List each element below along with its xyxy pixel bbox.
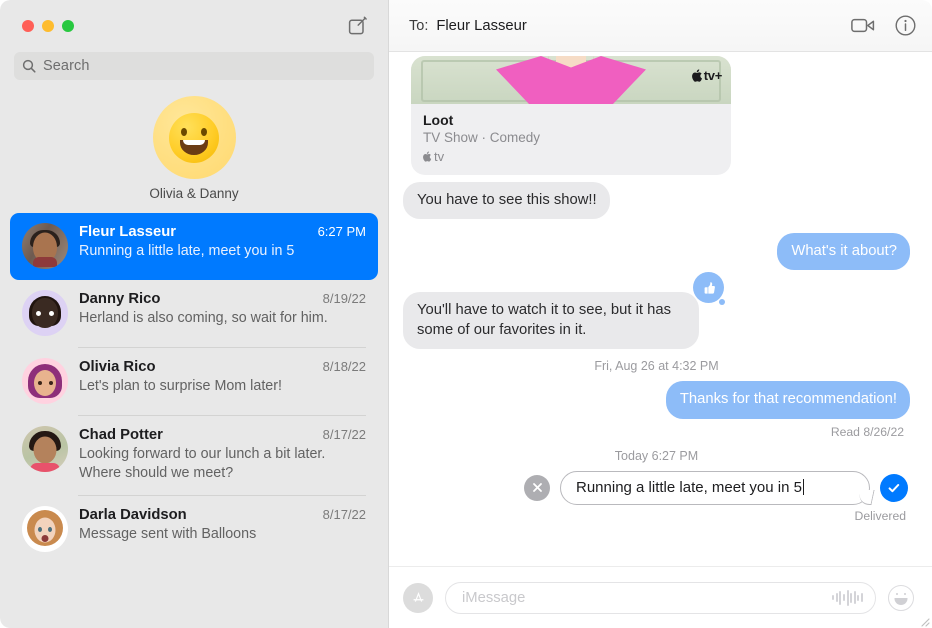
conversation-time: 8/17/22 — [322, 427, 366, 442]
recipient-name[interactable]: Fleur Lasseur — [436, 18, 526, 34]
conversation-name: Olivia Rico — [79, 359, 156, 375]
edit-message-row: Running a little late, meet you in 5 — [403, 470, 910, 505]
pinned-conversations: Olivia & Danny — [0, 92, 388, 213]
thread-timestamp-today: Today 6:27 PM — [614, 448, 699, 463]
search-placeholder-text: Search — [43, 58, 90, 74]
link-preview-card-loot[interactable]: tv+ Loot TV Show · Comedy tv — [411, 56, 731, 175]
message-row: You'll have to watch it to see, but it h… — [398, 272, 910, 350]
conversation-time: 8/17/22 — [322, 506, 366, 522]
chat-header: To: Fleur Lasseur — [389, 0, 932, 52]
photo-avatar-fleur — [22, 223, 68, 269]
conversation-snippet: Let's plan to surprise Mom later! — [79, 378, 282, 394]
emoji-mouth — [180, 139, 208, 155]
link-preview-meta: Loot TV Show · Comedy tv — [411, 104, 731, 175]
conversation-item-fleur-lasseur[interactable]: Fleur Lasseur 6:27 PM Running a little l… — [10, 213, 378, 280]
grinning-face-emoji — [169, 112, 219, 163]
link-preview-image: tv+ — [411, 56, 731, 104]
apple-tv-plus-badge: tv+ — [691, 68, 723, 83]
messages-window: Search Olivia & Danny Fleur Lasseur 6:27 — [0, 0, 932, 628]
maximize-window-button[interactable] — [62, 20, 74, 32]
text-caret — [802, 478, 805, 495]
window-resize-handle[interactable] — [918, 614, 930, 627]
close-x-icon[interactable] — [524, 474, 550, 501]
link-preview-app: tv — [423, 149, 719, 164]
imessage-input[interactable]: iMessage — [445, 581, 876, 614]
conversations-sidebar: Search Olivia & Danny Fleur Lasseur 6:27 — [0, 0, 388, 628]
conversation-snippet: Looking forward to our lunch a bit later… — [79, 446, 326, 482]
conversation-time: 6:27 PM — [317, 224, 366, 239]
window-traffic-lights — [22, 20, 74, 32]
conversation-time: 8/18/22 — [322, 359, 366, 374]
close-window-button[interactable] — [22, 20, 34, 32]
compose-pencil-square-icon[interactable] — [346, 14, 370, 38]
conversation-name: Danny Rico — [79, 291, 161, 307]
conversation-list: Fleur Lasseur 6:27 PM Running a little l… — [0, 213, 388, 628]
app-store-icon[interactable] — [403, 582, 438, 613]
memoji-avatar-danny — [22, 290, 68, 336]
apple-logo-icon — [423, 151, 432, 162]
message-composer: iMessage — [389, 566, 932, 628]
imessage-placeholder-text: iMessage — [462, 589, 526, 606]
to-label: To: — [409, 17, 429, 34]
message-bubble-outgoing[interactable]: What's it about? — [777, 233, 915, 271]
message-bubble-outgoing[interactable]: Thanks for that recommendation! — [665, 381, 916, 419]
message-thread: tv+ Loot TV Show · Comedy tv You have to… — [389, 52, 932, 566]
link-preview-subtitle: TV Show · Comedy — [423, 130, 541, 145]
pinned-conversation-label: Olivia & Danny — [149, 186, 239, 201]
conversation-snippet: Herland is also coming, so wait for him. — [79, 310, 328, 326]
link-preview-card-container: tv+ Loot TV Show · Comedy tv — [411, 56, 910, 175]
edit-message-value: Running a little late, meet you in 5 — [576, 478, 802, 496]
search-input[interactable]: Search — [14, 52, 374, 80]
message-bubble-incoming[interactable]: You have to see this show!! — [398, 182, 610, 220]
photo-avatar-chad — [22, 426, 68, 472]
chat-pane: To: Fleur Lasseur tv+ Loot TV Show · Com… — [388, 0, 932, 628]
search-icon — [22, 59, 36, 73]
memoji-avatar-darla — [22, 505, 68, 552]
smiley-face-icon[interactable] — [888, 584, 914, 611]
conversation-time: 8/19/22 — [322, 291, 366, 306]
thread-timestamp: Fri, Aug 26 at 4:32 PM — [594, 359, 719, 374]
conversation-snippet: Message sent with Balloons — [79, 525, 257, 542]
link-preview-app-name: tv — [434, 149, 445, 164]
conversation-item-darla-davidson[interactable]: Darla Davidson 8/17/22 Message sent with… — [10, 496, 378, 563]
thumbs-up-reaction[interactable] — [693, 272, 725, 306]
delivery-status: Delivered — [854, 508, 906, 523]
info-circle-icon[interactable] — [895, 15, 916, 36]
pinned-avatar-olivia-danny[interactable] — [152, 96, 236, 179]
memoji-avatar-olivia — [22, 358, 68, 404]
conversation-snippet: Running a little late, meet you in 5 — [79, 243, 295, 259]
checkmark-icon[interactable] — [880, 473, 908, 502]
message-bubble-incoming[interactable]: You'll have to watch it to see, but it h… — [398, 292, 699, 350]
read-receipt: Read 8/26/22 — [830, 424, 904, 439]
message-row: What's it about? — [403, 233, 915, 271]
search-container: Search — [0, 52, 388, 92]
conversation-item-danny-rico[interactable]: Danny Rico 8/19/22 Herland is also comin… — [10, 280, 378, 347]
conversation-item-chad-potter[interactable]: Chad Potter 8/17/22 Looking forward to o… — [10, 416, 378, 495]
header-actions — [851, 15, 916, 36]
message-row: Thanks for that recommendation! — [403, 381, 916, 419]
minimize-window-button[interactable] — [42, 20, 54, 32]
video-camera-icon[interactable] — [851, 17, 875, 34]
conversation-name: Darla Davidson — [79, 506, 187, 523]
link-preview-title: Loot — [423, 112, 454, 128]
sidebar-titlebar — [0, 0, 388, 52]
tv-plus-text: tv+ — [703, 68, 723, 83]
message-row: You have to see this show!! — [398, 182, 910, 220]
conversation-item-olivia-rico[interactable]: Olivia Rico 8/18/22 Let's plan to surpri… — [10, 348, 378, 415]
conversation-name: Chad Potter — [79, 427, 163, 443]
apple-logo-icon — [691, 69, 702, 82]
audio-waveform-icon[interactable] — [832, 589, 863, 606]
edit-message-input[interactable]: Running a little late, meet you in 5 — [560, 470, 870, 505]
conversation-name: Fleur Lasseur — [79, 224, 177, 240]
